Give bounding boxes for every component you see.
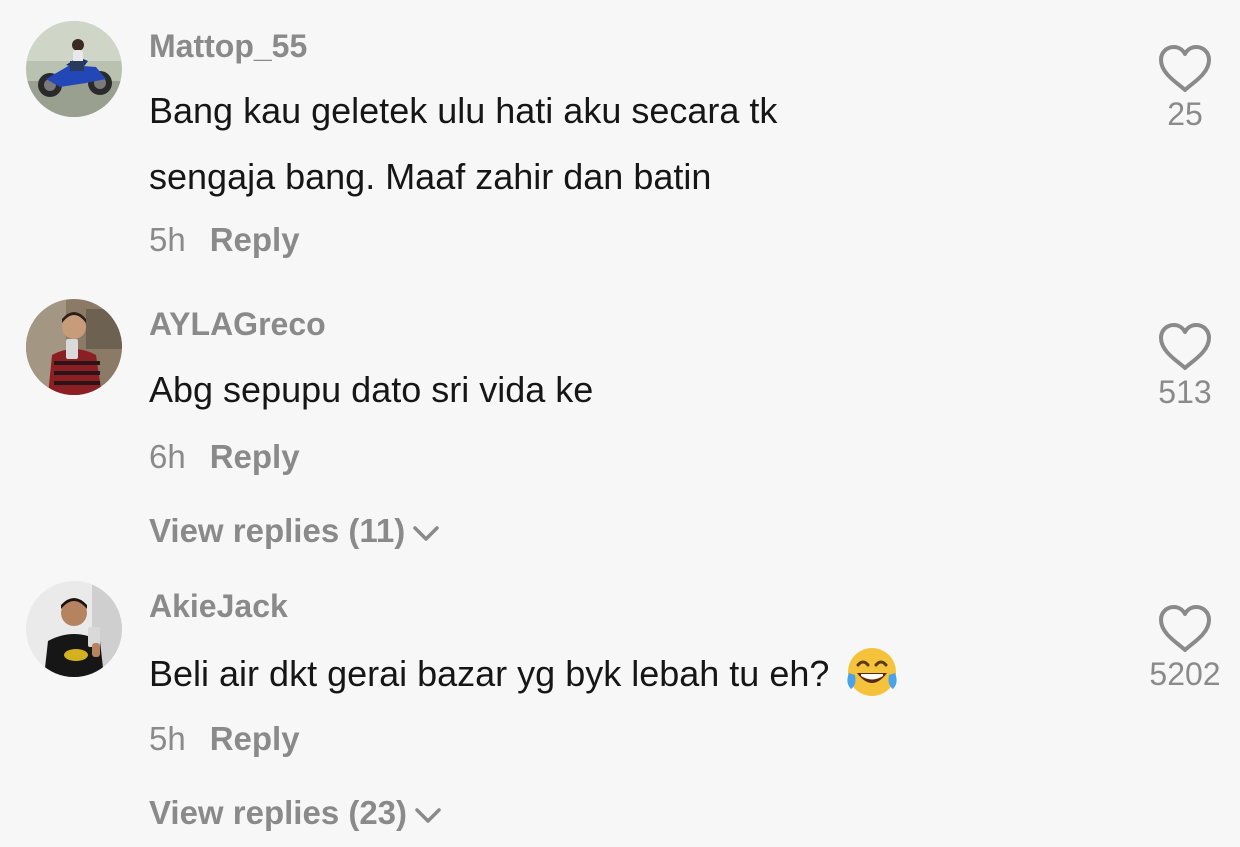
timestamp: 6h: [149, 438, 186, 475]
selfie-avatar-icon: [26, 299, 122, 395]
motorcycle-avatar-icon: [26, 21, 122, 117]
view-replies-label: View replies (23): [149, 794, 408, 831]
chevron-down-icon: [413, 526, 439, 542]
chevron-down-icon: [415, 808, 441, 824]
timestamp: 5h: [149, 720, 186, 757]
comment-text-line: Beli air dkt gerai bazar yg byk lebah tu…: [149, 641, 1029, 707]
like-count: 25: [1167, 96, 1203, 132]
avatar[interactable]: [26, 299, 122, 395]
reply-button[interactable]: Reply: [210, 221, 300, 258]
comment-text-line: Abg sepupu dato sri vida ke: [149, 369, 594, 410]
view-replies-button[interactable]: View replies (11): [149, 512, 441, 550]
comment-text-line: sengaja bang. Maaf zahir dan batin: [149, 156, 712, 197]
username[interactable]: AYLAGreco: [149, 306, 326, 343]
selfie-avatar-icon: [26, 581, 122, 677]
like-button[interactable]: 513: [1135, 322, 1235, 411]
like-button[interactable]: 5202: [1135, 604, 1235, 693]
comment-text: Bang kau geletek ulu hati aku secara tk …: [149, 78, 1029, 210]
heart-icon: [1159, 45, 1211, 92]
comment-meta: 6h Reply: [149, 438, 300, 476]
username[interactable]: AkieJack: [149, 588, 288, 625]
reply-button[interactable]: Reply: [210, 438, 300, 475]
comment-text: Beli air dkt gerai bazar yg byk lebah tu…: [149, 641, 1029, 707]
comment-meta: 5h Reply: [149, 720, 300, 758]
reply-button[interactable]: Reply: [210, 720, 300, 757]
timestamp: 5h: [149, 221, 186, 258]
comment-meta: 5h Reply: [149, 221, 300, 259]
face-with-tears-of-joy-icon: [847, 648, 898, 697]
comment-text-line: Bang kau geletek ulu hati aku secara tk: [149, 90, 778, 131]
comment-text-content: Beli air dkt gerai bazar yg byk lebah tu…: [149, 653, 830, 694]
heart-icon: [1159, 605, 1211, 652]
like-button[interactable]: 25: [1135, 44, 1235, 133]
view-replies-button[interactable]: View replies (23): [149, 794, 443, 832]
view-replies-label: View replies (11): [149, 512, 406, 549]
username[interactable]: Mattop_55: [149, 28, 307, 65]
avatar[interactable]: [26, 581, 122, 677]
avatar[interactable]: [26, 21, 122, 117]
comment-text: Abg sepupu dato sri vida ke: [149, 357, 1029, 423]
heart-icon: [1159, 323, 1211, 370]
comments-list: Mattop_55 Bang kau geletek ulu hati aku …: [0, 0, 1240, 847]
like-count: 5202: [1149, 656, 1221, 692]
like-count: 513: [1158, 374, 1212, 410]
